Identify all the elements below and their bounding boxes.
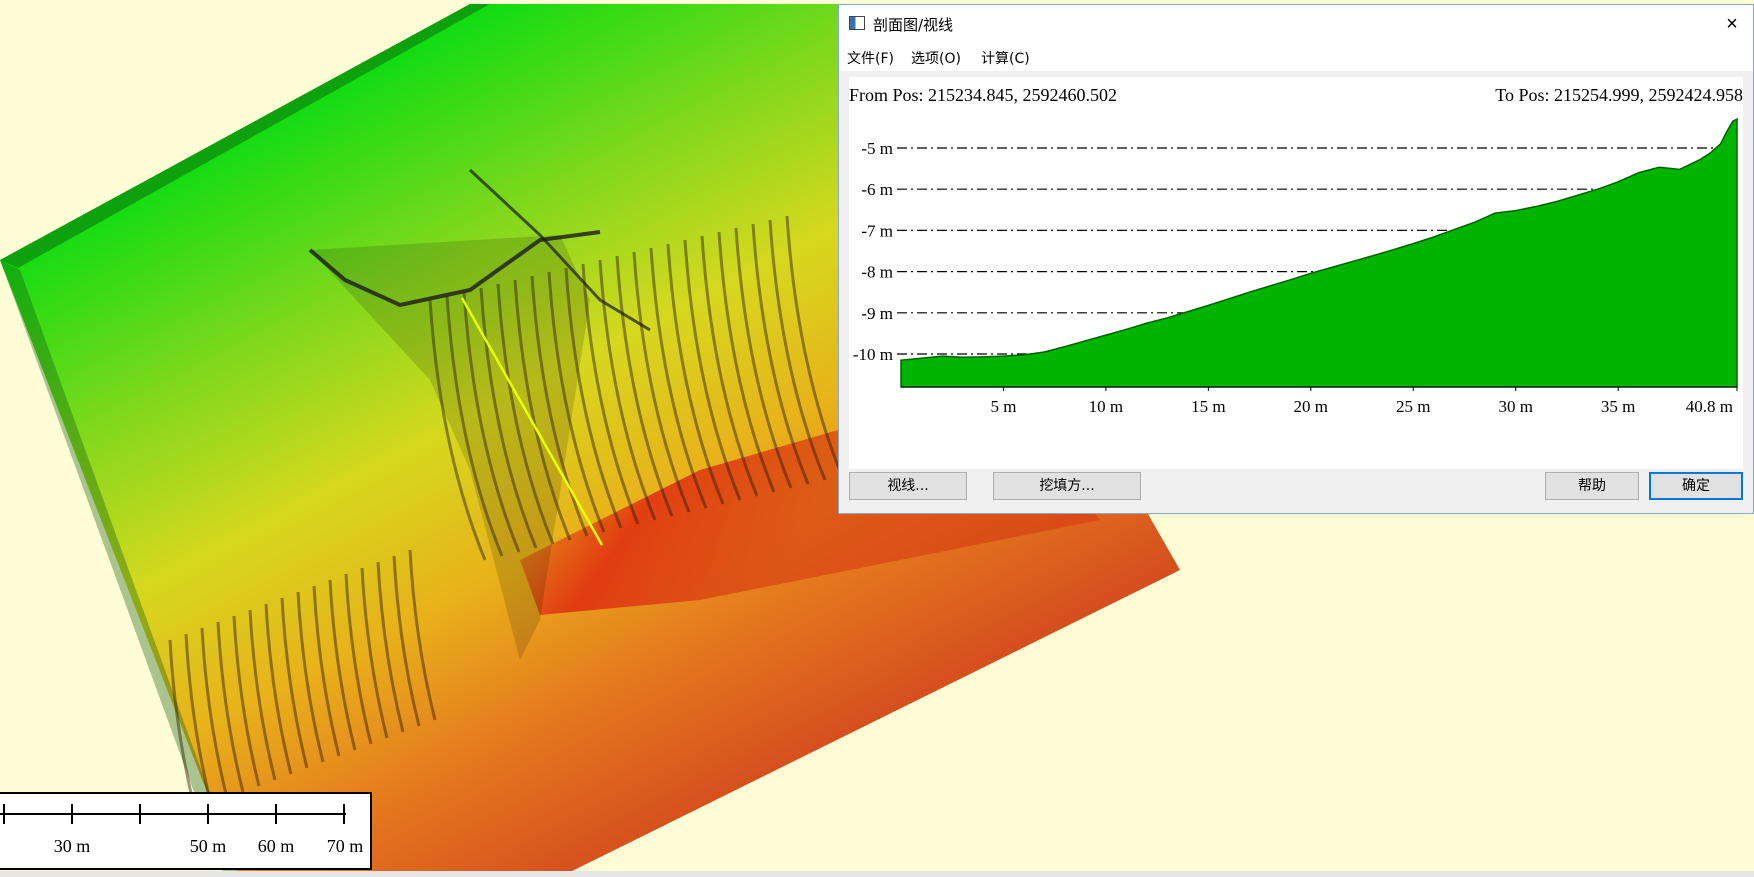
x-tick-label: 5 m xyxy=(990,397,1016,416)
scale-label: 30 m xyxy=(53,836,91,856)
scale-bar: 30 m 50 m 60 m 70 m xyxy=(0,792,372,870)
cut-fill-button[interactable]: 挖填方... xyxy=(993,472,1141,500)
scale-label: 70 m xyxy=(326,836,364,856)
y-tick-label: -10 m xyxy=(853,345,893,364)
x-tick-label: 25 m xyxy=(1396,397,1430,416)
close-button[interactable]: × xyxy=(1717,9,1747,39)
scale-bar-ticks xyxy=(0,804,346,824)
x-tick-label: 15 m xyxy=(1191,397,1225,416)
x-tick-label: 35 m xyxy=(1601,397,1635,416)
profile-chart: -5 m -6 m -7 m -8 m -9 m -10 m 5 m 10 m 15 m 20 … xyxy=(853,117,1738,416)
menu-file[interactable]: 文件(F) xyxy=(847,48,894,68)
y-tick-label: -8 m xyxy=(861,263,893,282)
x-tick-label: 30 m xyxy=(1498,397,1532,416)
menu-options[interactable]: 选项(O) xyxy=(911,48,961,68)
x-tick-label: 10 m xyxy=(1089,397,1123,416)
ok-button[interactable]: 确定 xyxy=(1649,472,1743,500)
menu-compute[interactable]: 计算(C) xyxy=(981,48,1030,68)
y-tick-label: -6 m xyxy=(861,180,893,199)
profile-plot[interactable]: From Pos: 215234.845, 2592460.502 To Pos… xyxy=(849,77,1743,469)
menu-bar: 文件(F) 选项(O) 计算(C) xyxy=(839,43,1753,71)
x-tick-label: 40.8 m xyxy=(1686,397,1733,416)
profile-area xyxy=(900,117,1738,388)
y-tick-label: -5 m xyxy=(861,139,893,158)
y-tick-label: -9 m xyxy=(861,304,893,323)
scale-label: 60 m xyxy=(257,836,295,856)
title-bar[interactable]: 剖面图/视线 × xyxy=(839,5,1753,43)
y-tick-label: -7 m xyxy=(861,221,893,240)
window-title: 剖面图/视线 xyxy=(873,16,954,34)
sight-line-button[interactable]: 视线... xyxy=(849,472,967,500)
scale-label: 50 m xyxy=(189,836,227,856)
help-button[interactable]: 帮助 xyxy=(1545,472,1639,500)
x-tick-label: 20 m xyxy=(1294,397,1328,416)
window-icon xyxy=(849,16,865,30)
profile-dialog: 剖面图/视线 × 文件(F) 选项(O) 计算(C) From Pos: 215… xyxy=(838,4,1754,514)
